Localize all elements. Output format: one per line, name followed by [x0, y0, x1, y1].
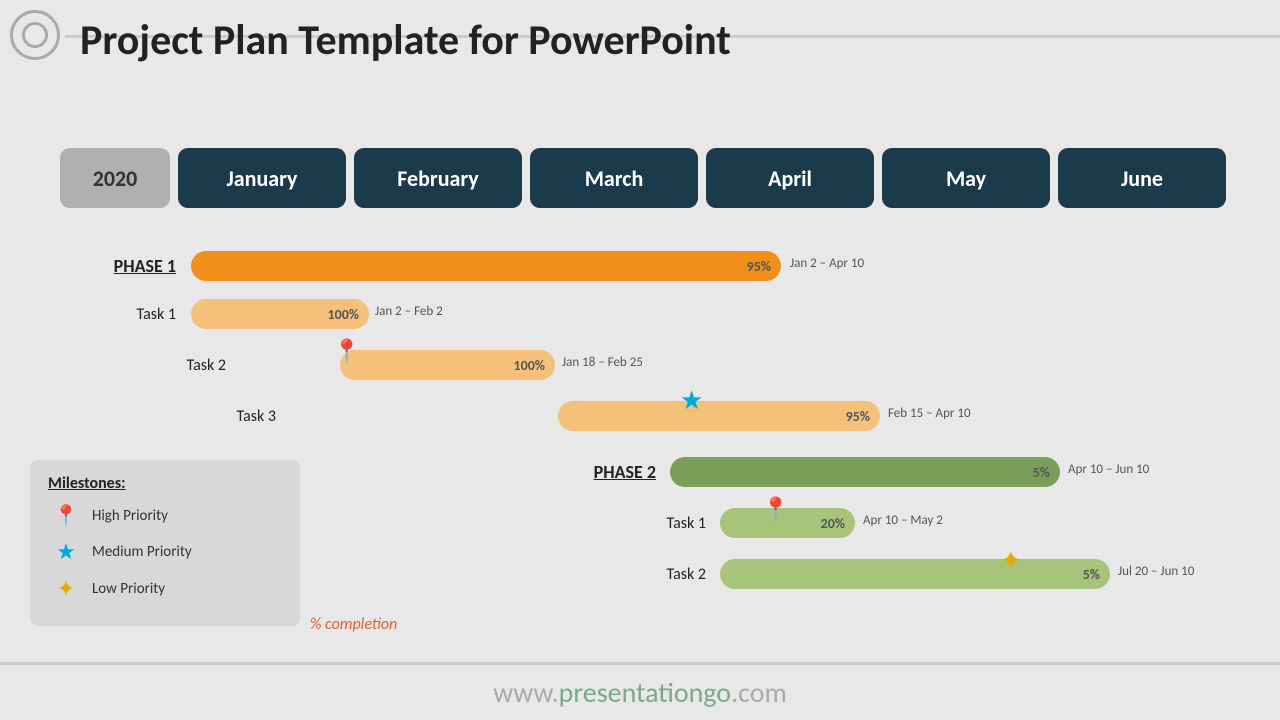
phase1-task2-label: Task 2	[60, 356, 240, 375]
medium-priority-milestone-1: ★	[680, 384, 703, 416]
phase2-bar: 5%	[670, 457, 1060, 487]
footer-domain: presentationgo	[559, 675, 731, 710]
phase1-label: PHASE 1	[60, 255, 190, 277]
footer: www.presentationgo.com	[0, 675, 1280, 710]
month-may: May	[882, 148, 1050, 208]
month-february: February	[354, 148, 522, 208]
month-june: June	[1058, 148, 1226, 208]
month-march: March	[530, 148, 698, 208]
medium-priority-label: Medium Priority	[92, 543, 192, 561]
high-priority-milestone-2: 📍	[762, 495, 789, 522]
month-april: April	[706, 148, 874, 208]
year-label: 2020	[60, 148, 170, 208]
phase2-task2-dates: Jul 20 – Jun 10	[1118, 564, 1194, 579]
footer-www: www.	[493, 675, 559, 710]
low-priority-label: Low Priority	[92, 580, 165, 598]
phase2-task2-bar: 5%	[720, 559, 1110, 589]
legend-title: Milestones:	[48, 474, 282, 493]
high-priority-label: High Priority	[92, 507, 168, 525]
phase2-dates: Apr 10 – Jun 10	[1068, 462, 1149, 477]
month-january: January	[178, 148, 346, 208]
months-row: 2020 January February March April May Ju…	[60, 148, 1234, 208]
completion-note: % completion	[310, 615, 397, 634]
bottom-bar-decoration	[0, 662, 1280, 665]
phase1-task1-label: Task 1	[60, 305, 190, 324]
high-priority-icon: 📍	[48, 503, 84, 528]
footer-tld: .com	[731, 675, 787, 710]
low-priority-icon: ✦	[48, 575, 84, 602]
phase1-bar: 95%	[191, 251, 781, 281]
high-priority-milestone-1: 📍	[333, 337, 360, 364]
medium-priority-icon: ★	[48, 538, 84, 565]
top-left-decoration	[10, 10, 60, 60]
phase1-dates: Jan 2 – Apr 10	[790, 256, 1280, 271]
low-priority-milestone-1: ✦	[1000, 544, 1022, 576]
phase1-task3-dates: Feb 15 – Apr 10	[888, 406, 971, 421]
legend-item-low: ✦ Low Priority	[48, 575, 282, 602]
phase1-task2-bar: 100%	[340, 350, 555, 380]
phase2-task1-dates: Apr 10 – May 2	[863, 513, 943, 528]
phase1-task1-dates: Jan 2 – Feb 2	[375, 304, 443, 319]
legend-item-high: 📍 High Priority	[48, 503, 282, 528]
phase1-task3-bar: 95%	[558, 401, 880, 431]
phase1-task3-label: Task 3	[60, 407, 290, 426]
phase1-task2-dates: Jan 18 – Feb 25	[562, 355, 643, 370]
page-title: Project Plan Template for PowerPoint	[80, 15, 731, 66]
phase1-task1-bar: 100%	[191, 299, 369, 329]
legend-box: Milestones: 📍 High Priority ★ Medium Pri…	[30, 460, 300, 626]
legend-item-medium: ★ Medium Priority	[48, 538, 282, 565]
